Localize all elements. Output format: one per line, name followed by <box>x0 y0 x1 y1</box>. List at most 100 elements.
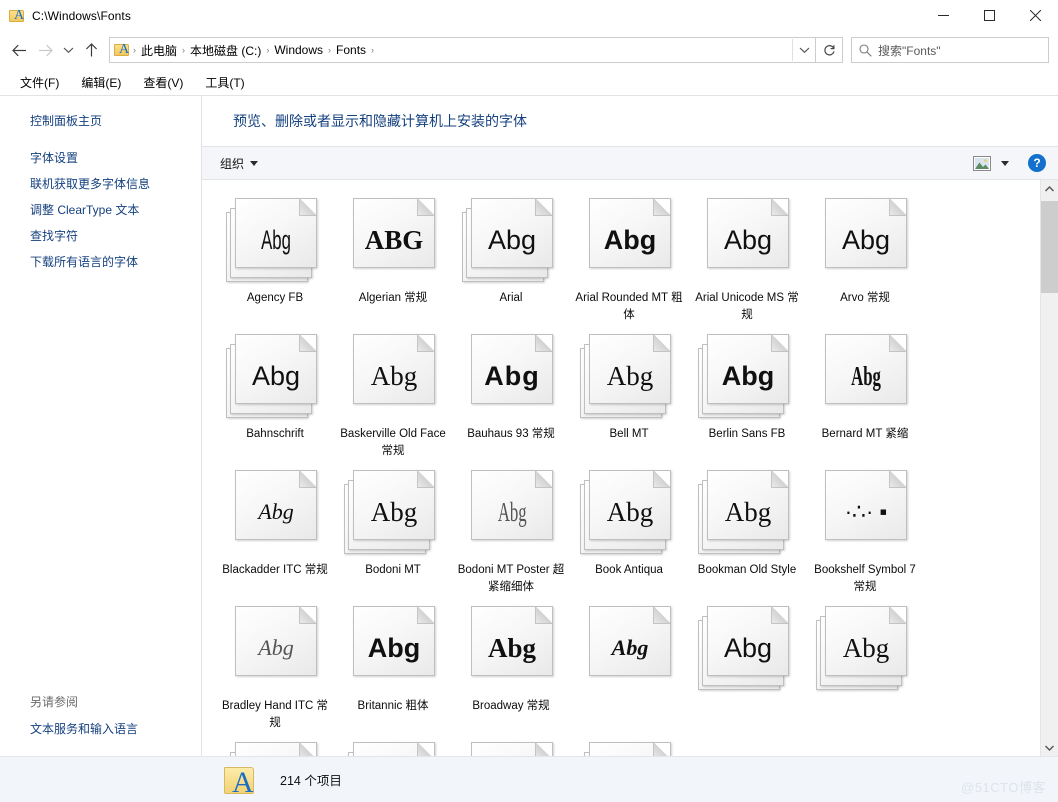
page-fold-icon <box>299 335 316 352</box>
menu-edit[interactable]: 编辑(E) <box>73 71 129 94</box>
font-tile[interactable]: Abg Bodoni MT <box>334 466 452 596</box>
font-tile[interactable]: Abg Arial <box>452 194 570 324</box>
scroll-down-button[interactable] <box>1041 739 1058 756</box>
font-tile[interactable]: Abg Baskerville Old Face 常规 <box>334 330 452 460</box>
sidebar-item-find-character[interactable]: 查找字符 <box>0 223 201 249</box>
font-tile[interactable]: Abg Book Antiqua <box>570 466 688 596</box>
sidebar-item-font-settings[interactable]: 字体设置 <box>0 145 201 171</box>
organize-button[interactable]: 组织 <box>214 152 264 175</box>
font-tile[interactable]: ·∴· ▪ Bookshelf Symbol 7 常规 <box>806 466 924 596</box>
font-tile[interactable]: Abg <box>216 738 334 756</box>
font-file-icon: Abg <box>344 604 442 692</box>
up-button[interactable] <box>78 37 104 63</box>
font-file-icon: Abg <box>462 468 560 556</box>
font-tile[interactable]: Abg <box>334 738 452 756</box>
font-sample-text: Abg <box>258 499 294 524</box>
font-sample-text: Abg <box>606 497 654 527</box>
font-tile[interactable]: Abg Berlin Sans FB <box>688 330 806 460</box>
font-tile[interactable]: Abg <box>570 738 688 756</box>
breadcrumb-item-3[interactable]: Fonts <box>332 41 370 59</box>
font-sample-text: Abg <box>611 635 649 660</box>
font-file-icon: Abg <box>580 332 678 420</box>
recent-locations-button[interactable] <box>58 37 78 63</box>
content-pane: 预览、删除或者显示和隐藏计算机上安装的字体 组织 ? Abg Agency FB… <box>201 96 1058 756</box>
font-tile[interactable]: Abg <box>806 602 924 732</box>
search-box[interactable]: 搜索"Fonts" <box>851 37 1049 63</box>
font-tile[interactable]: Abg <box>570 602 688 732</box>
scroll-up-button[interactable] <box>1041 180 1058 197</box>
scrollbar-track[interactable] <box>1041 197 1058 739</box>
change-view-button[interactable] <box>970 152 994 174</box>
font-tile-label: Arvo 常规 <box>840 292 890 304</box>
font-tile[interactable]: Abg Bodoni MT Poster 超紧缩细体 <box>452 466 570 596</box>
page-fold-icon <box>653 335 670 352</box>
font-sample-text: Abg <box>723 225 773 255</box>
menu-view[interactable]: 查看(V) <box>135 71 191 94</box>
page-fold-icon <box>417 607 434 624</box>
address-dropdown-chevron-down-icon[interactable] <box>792 39 815 61</box>
font-sheet-front: Abg <box>589 742 671 756</box>
font-tile[interactable]: Abg Bahnschrift <box>216 330 334 460</box>
sidebar-item-download-all-language-fonts[interactable]: 下载所有语言的字体 <box>0 249 201 275</box>
font-tile[interactable]: Abg Blackadder ITC 常规 <box>216 466 334 596</box>
font-tile[interactable]: Abg Arvo 常规 <box>806 194 924 324</box>
page-fold-icon <box>889 199 906 216</box>
font-sheet-front: Abg <box>235 606 317 676</box>
sidebar-item-adjust-cleartype-text[interactable]: 调整 ClearType 文本 <box>0 197 201 223</box>
sidebar-item-control-panel-home[interactable]: 控制面板主页 <box>0 108 201 134</box>
forward-button[interactable] <box>32 37 58 63</box>
font-tile[interactable]: Abg Bradley Hand ITC 常规 <box>216 602 334 732</box>
help-button[interactable]: ? <box>1028 154 1046 172</box>
font-tile-label: Broadway 常规 <box>472 700 550 712</box>
font-sheet-front: Abg <box>235 198 317 268</box>
breadcrumb-item-1[interactable]: 本地磁盘 (C:) <box>186 40 265 61</box>
font-sample-text: Abg <box>842 633 890 663</box>
vertical-scrollbar[interactable] <box>1040 180 1058 756</box>
font-tile[interactable]: Abg Arial Rounded MT 粗体 <box>570 194 688 324</box>
font-tile[interactable]: Abg <box>688 602 806 732</box>
search-input[interactable]: 搜索"Fonts" <box>878 42 941 59</box>
font-file-icon: Abg <box>344 740 442 756</box>
refresh-button[interactable] <box>816 37 843 63</box>
font-tile[interactable]: Abg Bauhaus 93 常规 <box>452 330 570 460</box>
title-bar: A C:\Windows\Fonts <box>0 0 1058 31</box>
page-fold-icon <box>299 607 316 624</box>
menu-file[interactable]: 文件(F) <box>12 71 67 94</box>
window-title: C:\Windows\Fonts <box>32 8 131 23</box>
font-sample-text: Abg <box>721 361 775 391</box>
font-tile[interactable]: Abg Britannic 粗体 <box>334 602 452 732</box>
search-icon <box>852 43 878 57</box>
font-file-icon: Abg <box>698 196 796 284</box>
font-sheet-front: Abg <box>707 470 789 540</box>
font-tile[interactable]: Abg Bookman Old Style <box>688 466 806 596</box>
font-tile[interactable]: Abg Bernard MT 紧缩 <box>806 330 924 460</box>
page-fold-icon <box>653 743 670 756</box>
font-tile-label: Bodoni MT Poster 超紧缩细体 <box>457 564 565 593</box>
content-header: 预览、删除或者显示和隐藏计算机上安装的字体 <box>202 96 1058 146</box>
sidebar-item-get-more-fonts-online[interactable]: 联机获取更多字体信息 <box>0 171 201 197</box>
font-tile[interactable]: ABG Algerian 常规 <box>334 194 452 324</box>
minimize-button[interactable] <box>920 0 966 31</box>
font-sheet-front: Abg <box>589 606 671 676</box>
font-tile[interactable]: Abg Broadway 常规 <box>452 602 570 732</box>
sidebar-item-text-services-and-input-languages[interactable]: 文本服务和输入语言 <box>0 716 201 742</box>
main-area: 控制面板主页 字体设置 联机获取更多字体信息 调整 ClearType 文本 查… <box>0 96 1058 756</box>
font-sample-text: Abg <box>370 361 418 391</box>
view-dropdown-chevron-down-icon[interactable] <box>994 152 1016 174</box>
font-tile[interactable]: Abg Agency FB <box>216 194 334 324</box>
scrollbar-thumb[interactable] <box>1041 201 1058 293</box>
breadcrumb-item-2[interactable]: Windows <box>270 41 327 59</box>
menu-tools[interactable]: 工具(T) <box>197 71 252 94</box>
font-sheet-front: Ïrĕ <box>471 742 553 756</box>
font-sample-text: Abg <box>603 225 657 255</box>
font-sheet-front: Abg <box>235 470 317 540</box>
font-tile-label: Book Antiqua <box>595 564 663 576</box>
font-tile[interactable]: Abg Arial Unicode MS 常规 <box>688 194 806 324</box>
font-tile[interactable]: Ïrĕ <box>452 738 570 756</box>
font-tile[interactable]: Abg Bell MT <box>570 330 688 460</box>
address-bar[interactable]: A › 此电脑 › 本地磁盘 (C:) › Windows › Fonts › <box>109 37 816 63</box>
back-button[interactable] <box>6 37 32 63</box>
close-button[interactable] <box>1012 0 1058 31</box>
breadcrumb-item-0[interactable]: 此电脑 <box>137 40 181 61</box>
maximize-button[interactable] <box>966 0 1012 31</box>
